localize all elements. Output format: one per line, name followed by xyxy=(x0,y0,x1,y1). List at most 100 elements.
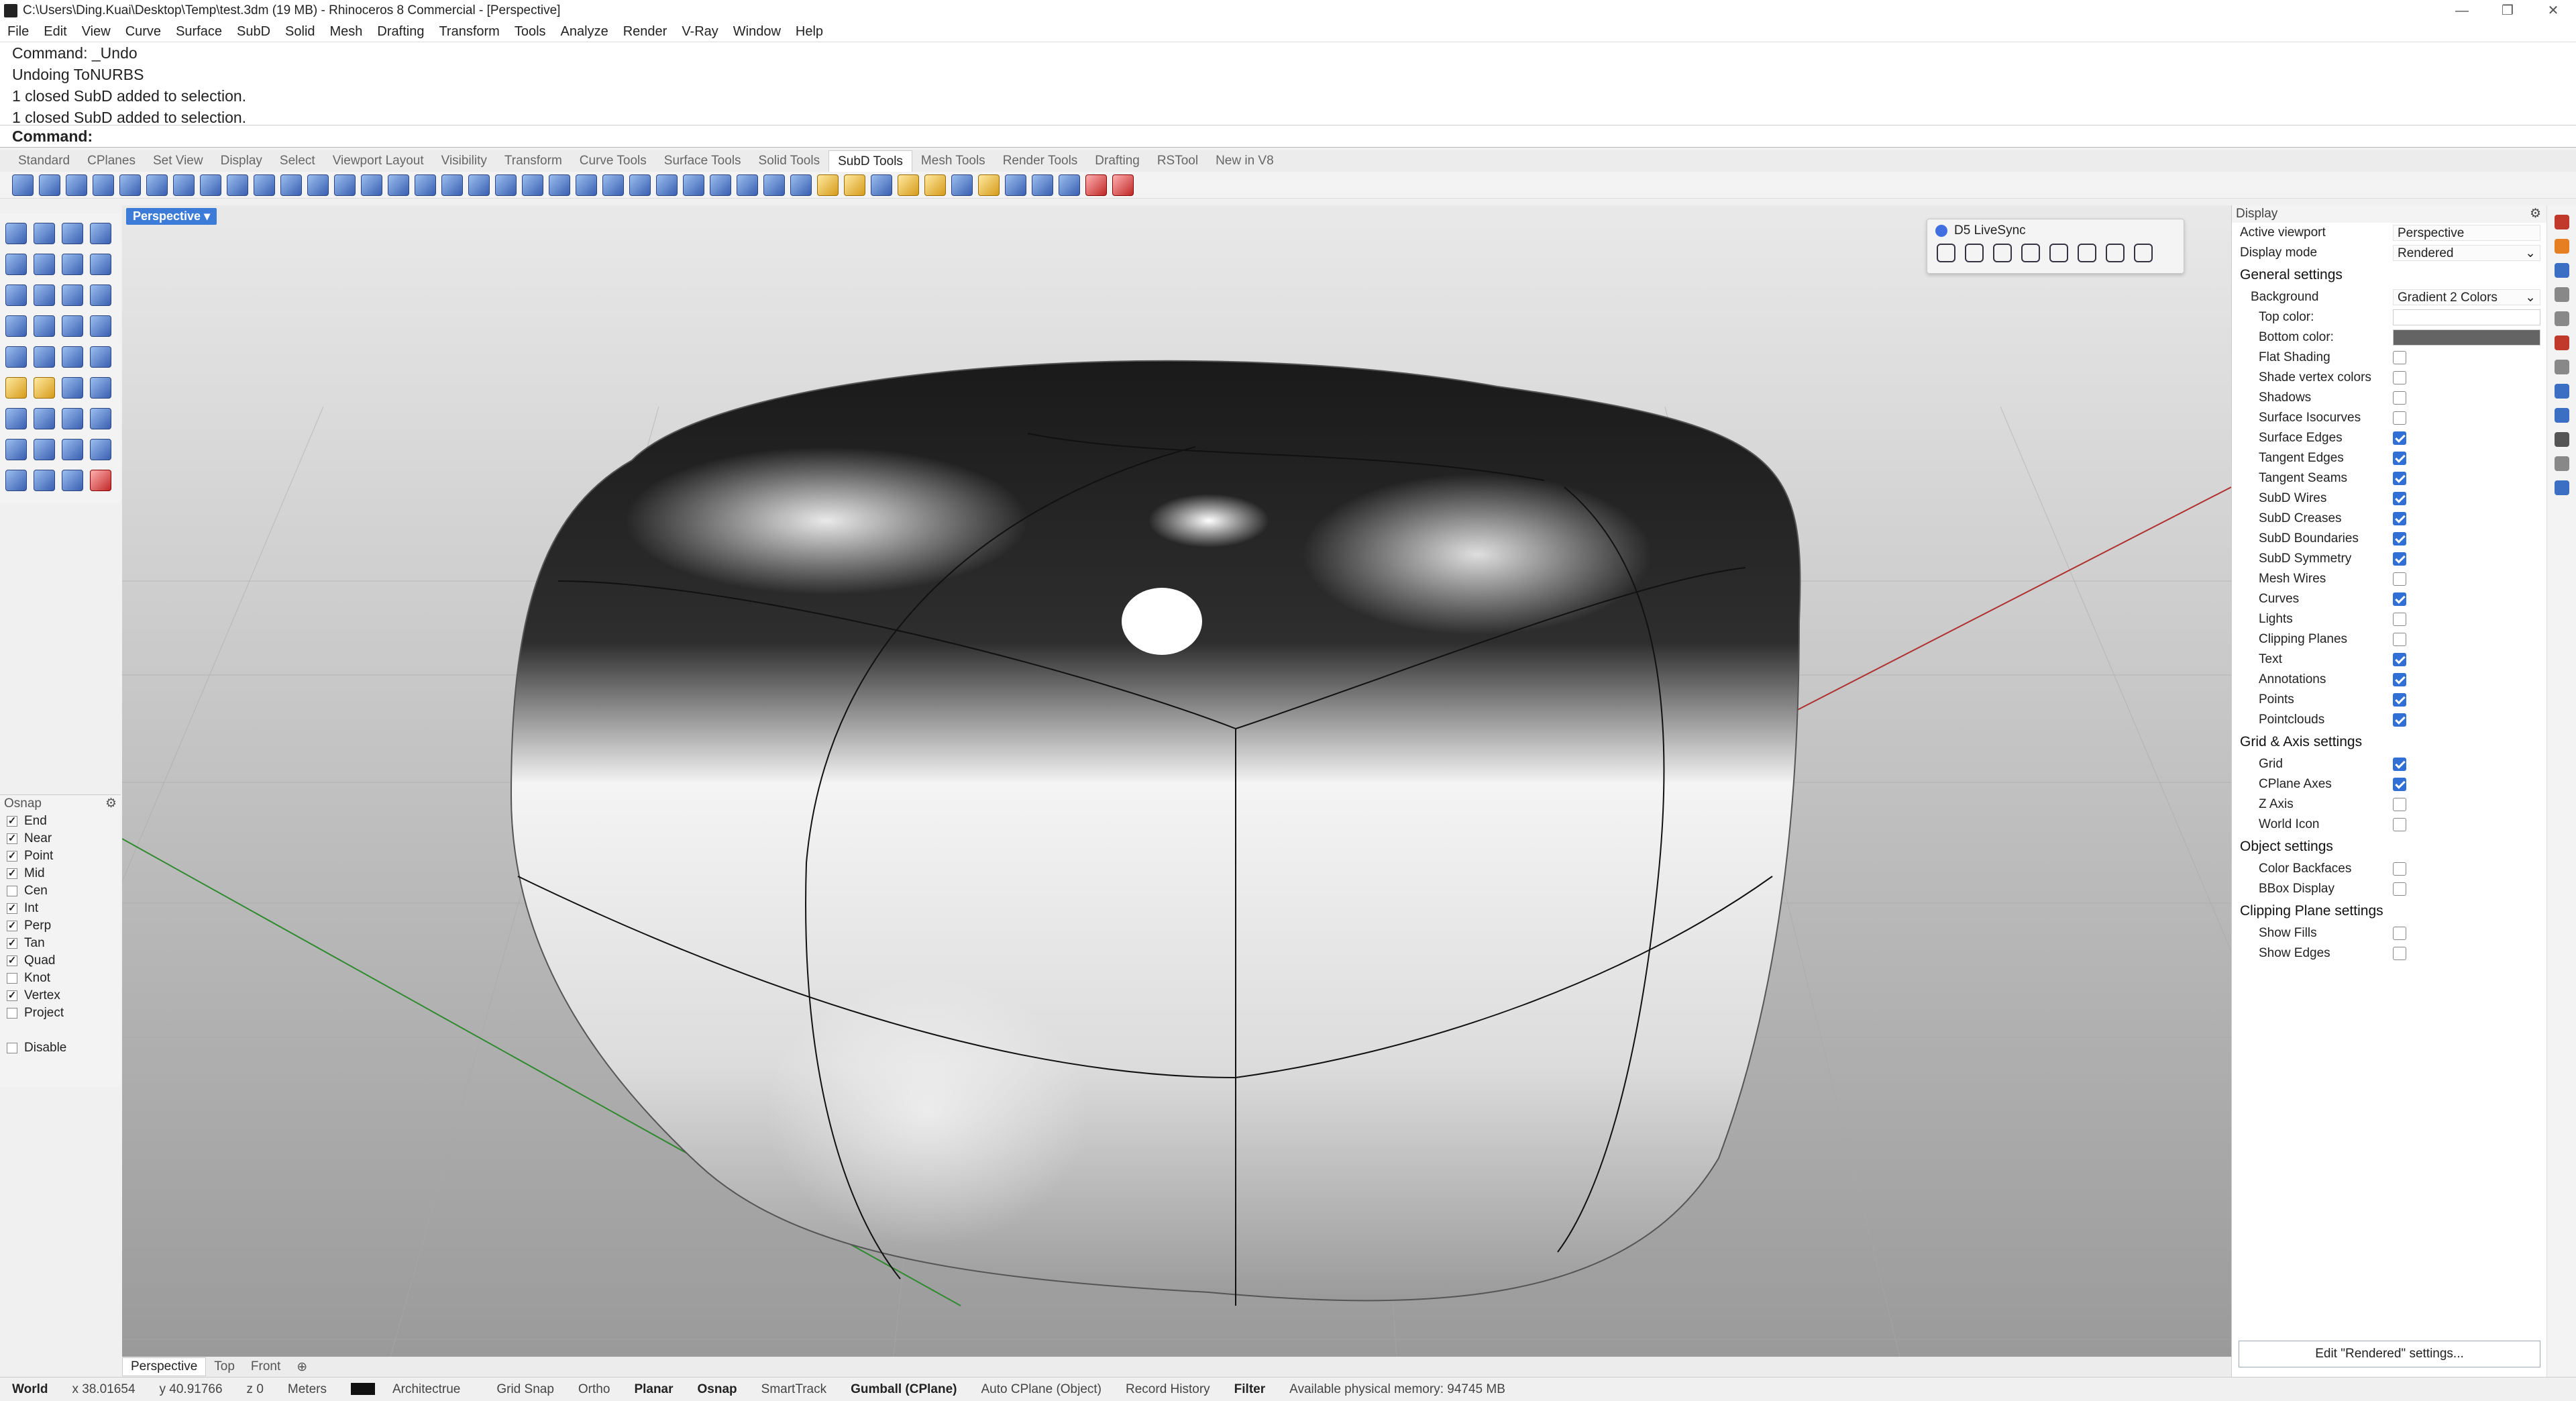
filter-toggle[interactable]: Filter xyxy=(1222,1382,1277,1397)
checkbox-checked[interactable] xyxy=(2393,552,2406,566)
subd-tool-icon[interactable] xyxy=(495,174,517,196)
display-mode-select[interactable]: Rendered ⌄ xyxy=(2393,245,2540,261)
osnap-item-int[interactable]: ✓ Int xyxy=(0,900,121,917)
display-option-row[interactable]: Z Axis xyxy=(2232,794,2546,815)
tool-icon[interactable] xyxy=(34,377,55,399)
subd-tool-icon[interactable] xyxy=(1112,174,1134,196)
subd-tool-icon[interactable] xyxy=(817,174,839,196)
subd-tool-icon[interactable] xyxy=(1059,174,1080,196)
checkbox-unchecked[interactable] xyxy=(2393,633,2406,646)
osnap-item-project[interactable]: Project xyxy=(0,1004,121,1022)
subd-tool-icon[interactable] xyxy=(66,174,87,196)
display-tab-icon[interactable] xyxy=(2554,263,2569,278)
checkbox-checked[interactable] xyxy=(2393,592,2406,606)
menu-vray[interactable]: V-Ray xyxy=(674,24,725,40)
menu-subd[interactable]: SubD xyxy=(229,24,278,40)
tool-icon[interactable] xyxy=(34,315,55,337)
tab-surface-tools[interactable]: Surface Tools xyxy=(655,150,750,172)
smarttrack-toggle[interactable]: SmartTrack xyxy=(749,1382,839,1397)
gumball-toggle[interactable]: Gumball (CPlane) xyxy=(839,1382,969,1397)
osnap-settings-icon[interactable]: ⚙ xyxy=(105,795,117,813)
subd-tool-icon[interactable] xyxy=(39,174,60,196)
bottom-color-swatch[interactable] xyxy=(2393,329,2540,346)
subd-tool-icon[interactable] xyxy=(146,174,168,196)
checkbox-checked[interactable] xyxy=(2393,758,2406,771)
checkbox-checked[interactable] xyxy=(2393,653,2406,666)
subd-tool-icon[interactable] xyxy=(737,174,758,196)
menu-window[interactable]: Window xyxy=(726,24,788,40)
tab-transform[interactable]: Transform xyxy=(496,150,571,172)
subd-tool-icon[interactable] xyxy=(200,174,221,196)
subd-tool-icon[interactable] xyxy=(576,174,597,196)
osnap-item-mid[interactable]: ✓ Mid xyxy=(0,865,121,882)
osnap-item-knot[interactable]: Knot xyxy=(0,970,121,987)
select-tool-icon[interactable] xyxy=(5,223,27,244)
viewport-tab-top[interactable]: Top xyxy=(206,1359,243,1374)
tool-icon[interactable] xyxy=(90,408,111,429)
units[interactable]: Meters xyxy=(276,1382,339,1397)
checkbox-checked[interactable]: ✓ xyxy=(7,851,17,862)
tool-icon[interactable] xyxy=(62,346,83,368)
subd-tool-icon[interactable] xyxy=(602,174,624,196)
checkbox-checked[interactable]: ✓ xyxy=(7,921,17,931)
environment-tab-icon[interactable] xyxy=(2554,384,2569,399)
subd-tool-icon[interactable] xyxy=(924,174,946,196)
display-option-row[interactable]: Shade vertex colors xyxy=(2232,368,2546,388)
tool-icon[interactable] xyxy=(62,223,83,244)
display-option-row[interactable]: Text xyxy=(2232,650,2546,670)
tab-subd-tools[interactable]: SubD Tools xyxy=(828,150,912,172)
subd-tool-icon[interactable] xyxy=(710,174,731,196)
menu-drafting[interactable]: Drafting xyxy=(370,24,431,40)
subd-tool-icon[interactable] xyxy=(173,174,195,196)
tool-icon[interactable] xyxy=(90,470,111,491)
tool-icon[interactable] xyxy=(34,439,55,460)
perspective-viewport[interactable]: Perspective ▾ xyxy=(122,205,2231,1357)
subd-tool-icon[interactable] xyxy=(1085,174,1107,196)
subd-tool-icon[interactable] xyxy=(844,174,865,196)
checkbox-checked[interactable]: ✓ xyxy=(7,938,17,949)
tab-solid-tools[interactable]: Solid Tools xyxy=(750,150,829,172)
tab-render-tools[interactable]: Render Tools xyxy=(994,150,1087,172)
camera-tab-icon[interactable] xyxy=(2554,432,2569,447)
display-option-row[interactable]: Clipping Planes xyxy=(2232,629,2546,650)
links-tab-icon[interactable] xyxy=(2554,456,2569,471)
subd-tool-icon[interactable] xyxy=(522,174,543,196)
minimize-button[interactable]: — xyxy=(2439,0,2485,21)
checkbox-unchecked[interactable] xyxy=(2393,882,2406,896)
checkbox-unchecked[interactable] xyxy=(7,886,17,896)
subd-tool-icon[interactable] xyxy=(629,174,651,196)
tool-icon[interactable] xyxy=(5,346,27,368)
display-option-row[interactable]: Surface Isocurves xyxy=(2232,408,2546,428)
tool-icon[interactable] xyxy=(90,223,111,244)
display-option-row[interactable]: Pointclouds xyxy=(2232,710,2546,730)
add-viewport-icon[interactable]: ⊕ xyxy=(288,1359,315,1375)
notifications-tab-icon[interactable] xyxy=(2554,480,2569,495)
display-option-row[interactable]: Color Backfaces xyxy=(2232,859,2546,879)
tool-icon[interactable] xyxy=(5,284,27,306)
subd-tool-icon[interactable] xyxy=(898,174,919,196)
tool-icon[interactable] xyxy=(90,439,111,460)
subd-tool-icon[interactable] xyxy=(683,174,704,196)
livesync-video-icon[interactable] xyxy=(2021,244,2040,262)
tool-icon[interactable] xyxy=(90,377,111,399)
tab-mesh-tools[interactable]: Mesh Tools xyxy=(912,150,994,172)
subd-tool-icon[interactable] xyxy=(978,174,1000,196)
menu-solid[interactable]: Solid xyxy=(278,24,322,40)
checkbox-checked[interactable] xyxy=(2393,472,2406,485)
tab-viewport-layout[interactable]: Viewport Layout xyxy=(324,150,433,172)
subd-tool-icon[interactable] xyxy=(334,174,356,196)
libraries-tab-icon[interactable] xyxy=(2554,311,2569,326)
command-prompt[interactable]: Command: xyxy=(0,125,2576,148)
ortho-toggle[interactable]: Ortho xyxy=(566,1382,623,1397)
viewport-tab-perspective[interactable]: Perspective xyxy=(122,1357,207,1376)
subd-tool-icon[interactable] xyxy=(307,174,329,196)
livesync-settings-icon[interactable] xyxy=(2134,244,2153,262)
display-option-row[interactable]: Lights xyxy=(2232,609,2546,629)
livesync-box-icon[interactable] xyxy=(2106,244,2125,262)
tool-icon[interactable] xyxy=(34,223,55,244)
subd-tool-icon[interactable] xyxy=(388,174,409,196)
tool-icon[interactable] xyxy=(90,315,111,337)
menu-transform[interactable]: Transform xyxy=(431,24,506,40)
checkbox-checked[interactable] xyxy=(2393,532,2406,546)
display-option-row[interactable]: Tangent Seams xyxy=(2232,468,2546,488)
